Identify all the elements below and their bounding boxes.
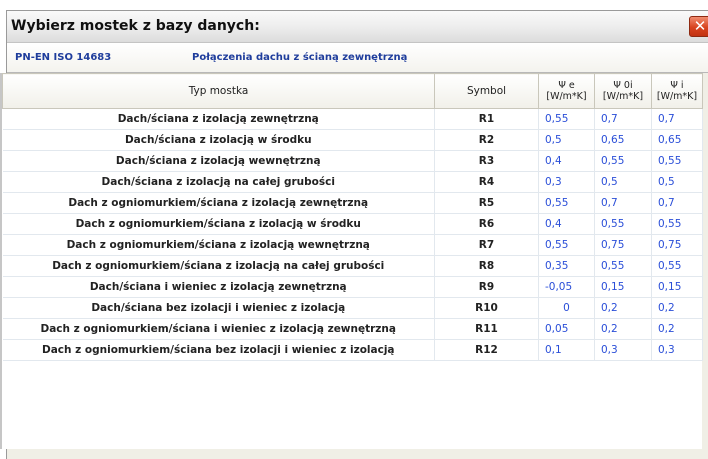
psi-i-label: Ψ i (670, 80, 684, 91)
close-icon: ✕ (693, 17, 707, 35)
symbol-cell: R8 (434, 255, 539, 277)
symbol-cell: R2 (434, 129, 539, 151)
symbol-cell: R6 (434, 213, 539, 235)
psi-i-cell: 0,15 (651, 276, 703, 298)
table-row[interactable]: Dach z ogniomurkiem/ściana z izolacją na… (2, 255, 703, 277)
psi-e-cell: 0,4 (538, 213, 595, 235)
psi-oi-unit: [W/m*K] (602, 91, 644, 102)
bridge-type-cell: Dach/ściana z izolacją zewnętrzną (2, 108, 435, 130)
psi-e-cell: 0,5 (538, 129, 595, 151)
psi-i-cell: 0,55 (651, 213, 703, 235)
psi-oi-cell: 0,2 (594, 318, 652, 340)
table-row[interactable]: Dach z ogniomurkiem/ściana i wieniec z i… (2, 318, 703, 340)
psi-e-cell: 0,35 (538, 255, 595, 277)
symbol-cell: R4 (434, 171, 539, 193)
bridge-type-cell: Dach/ściana i wieniec z izolacją zewnętr… (2, 276, 435, 298)
psi-i-cell: 0,5 (651, 171, 703, 193)
norm-label[interactable]: PN-EN ISO 14683 (15, 52, 111, 63)
psi-i-cell: 0,65 (651, 129, 703, 151)
psi-oi-cell: 0,3 (594, 339, 652, 361)
psi-e-cell: 0,55 (538, 108, 595, 130)
psi-e-unit: [W/m*K] (546, 91, 587, 102)
column-header-psi-e[interactable]: Ψ e [W/m*K] (538, 73, 595, 109)
psi-i-cell: 0,75 (651, 234, 703, 256)
table-row[interactable]: Dach z ogniomurkiem/ściana bez izolacji … (2, 339, 703, 361)
table-row[interactable]: Dach/ściana z izolacją w środku R2 0,5 0,65… (2, 129, 703, 151)
psi-oi-cell: 0,55 (594, 150, 652, 172)
psi-i-cell: 0,7 (651, 108, 703, 130)
symbol-cell: R11 (434, 318, 539, 340)
psi-oi-cell: 0,7 (594, 108, 652, 130)
bridge-type-cell: Dach z ogniomurkiem/ściana z izolacją ze… (2, 192, 435, 214)
psi-oi-cell: 0,65 (594, 129, 652, 151)
psi-oi-label: Ψ 0i (613, 80, 633, 91)
bridge-type-cell: Dach/ściana z izolacją na całej grubości (2, 171, 435, 193)
column-header-psi-oi[interactable]: Ψ 0i [W/m*K] (594, 73, 652, 109)
symbol-cell: R10 (434, 297, 539, 319)
table-row[interactable]: Dach z ogniomurkiem/ściana z izolacją ze… (2, 192, 703, 214)
psi-oi-cell: 0,2 (594, 297, 652, 319)
psi-e-cell: 0,3 (538, 171, 595, 193)
table-header-row: Typ mostka Symbol Ψ e [W/m*K] Ψ 0i [W/m*K]… (2, 73, 703, 109)
psi-oi-cell: 0,5 (594, 171, 652, 193)
psi-i-cell: 0,55 (651, 255, 703, 277)
symbol-cell: R9 (434, 276, 539, 298)
close-button[interactable]: ✕ (689, 16, 708, 37)
psi-oi-cell: 0,55 (594, 255, 652, 277)
psi-e-label: Ψ e (558, 80, 575, 91)
table-row[interactable]: Dach z ogniomurkiem/ściana z izolacją we… (2, 234, 703, 256)
bridge-table: Typ mostka Symbol Ψ e [W/m*K] Ψ 0i [W/m*K]… (2, 73, 703, 361)
psi-i-cell: 0,3 (651, 339, 703, 361)
psi-oi-cell: 0,15 (594, 276, 652, 298)
bridge-type-cell: Dach z ogniomurkiem/ściana z izolacją we… (2, 234, 435, 256)
psi-i-cell: 0,7 (651, 192, 703, 214)
psi-oi-cell: 0,75 (594, 234, 652, 256)
table-body: Dach/ściana z izolacją zewnętrzną R1 0,55 0… (2, 108, 703, 361)
bridge-type-cell: Dach z ogniomurkiem/ściana i wieniec z i… (2, 318, 435, 340)
psi-e-cell: 0,55 (538, 234, 595, 256)
symbol-cell: R3 (434, 150, 539, 172)
symbol-cell: R12 (434, 339, 539, 361)
table-row[interactable]: Dach z ogniomurkiem/ściana z izolacją w … (2, 213, 703, 235)
bridge-type-cell: Dach z ogniomurkiem/ściana bez izolacji … (2, 339, 435, 361)
psi-e-cell: 0,05 (538, 318, 595, 340)
table-row[interactable]: Dach/ściana bez izolacji i wieniec z izo… (2, 297, 703, 319)
title-bar[interactable]: Wybierz mostek z bazy danych: ✕ (7, 11, 708, 43)
psi-e-cell: 0,1 (538, 339, 595, 361)
bridge-type-cell: Dach/ściana z izolacją w środku (2, 129, 435, 151)
psi-oi-cell: 0,55 (594, 213, 652, 235)
psi-i-cell: 0,2 (651, 318, 703, 340)
column-header-symbol[interactable]: Symbol (434, 73, 539, 109)
table-row[interactable]: Dach/ściana z izolacją na całej grubości… (2, 171, 703, 193)
symbol-cell: R5 (434, 192, 539, 214)
bridge-type-cell: Dach/ściana bez izolacji i wieniec z izo… (2, 297, 435, 319)
bridge-type-cell: Dach z ogniomurkiem/ściana z izolacją na… (2, 255, 435, 277)
psi-i-unit: [W/m*K] (656, 91, 698, 102)
column-header-type[interactable]: Typ mostka (2, 73, 435, 109)
dialog-title: Wybierz mostek z bazy danych: (11, 18, 260, 34)
table-row[interactable]: Dach/ściana z izolacją zewnętrzną R1 0,55 0… (2, 108, 703, 130)
psi-oi-cell: 0,7 (594, 192, 652, 214)
column-header-psi-i[interactable]: Ψ i [W/m*K] (651, 73, 703, 109)
psi-e-cell: -0,05 (538, 276, 595, 298)
table-row[interactable]: Dach/ściana i wieniec z izolacją zewnętr… (2, 276, 703, 298)
bridge-type-cell: Dach z ogniomurkiem/ściana z izolacją w … (2, 213, 435, 235)
psi-e-cell: 0,4 (538, 150, 595, 172)
psi-i-cell: 0,2 (651, 297, 703, 319)
symbol-cell: R1 (434, 108, 539, 130)
table-row[interactable]: Dach/ściana z izolacją wewnętrzną R3 0,4 0,… (2, 150, 703, 172)
symbol-cell: R7 (434, 234, 539, 256)
psi-e-cell: 0 (538, 297, 595, 319)
category-label[interactable]: Połączenia dachu z ścianą zewnętrzną (192, 52, 407, 63)
psi-i-cell: 0,55 (651, 150, 703, 172)
bridge-type-cell: Dach/ściana z izolacją wewnętrzną (2, 150, 435, 172)
breadcrumb: PN-EN ISO 14683 Połączenia dachu z ścian… (7, 43, 708, 73)
psi-e-cell: 0,55 (538, 192, 595, 214)
